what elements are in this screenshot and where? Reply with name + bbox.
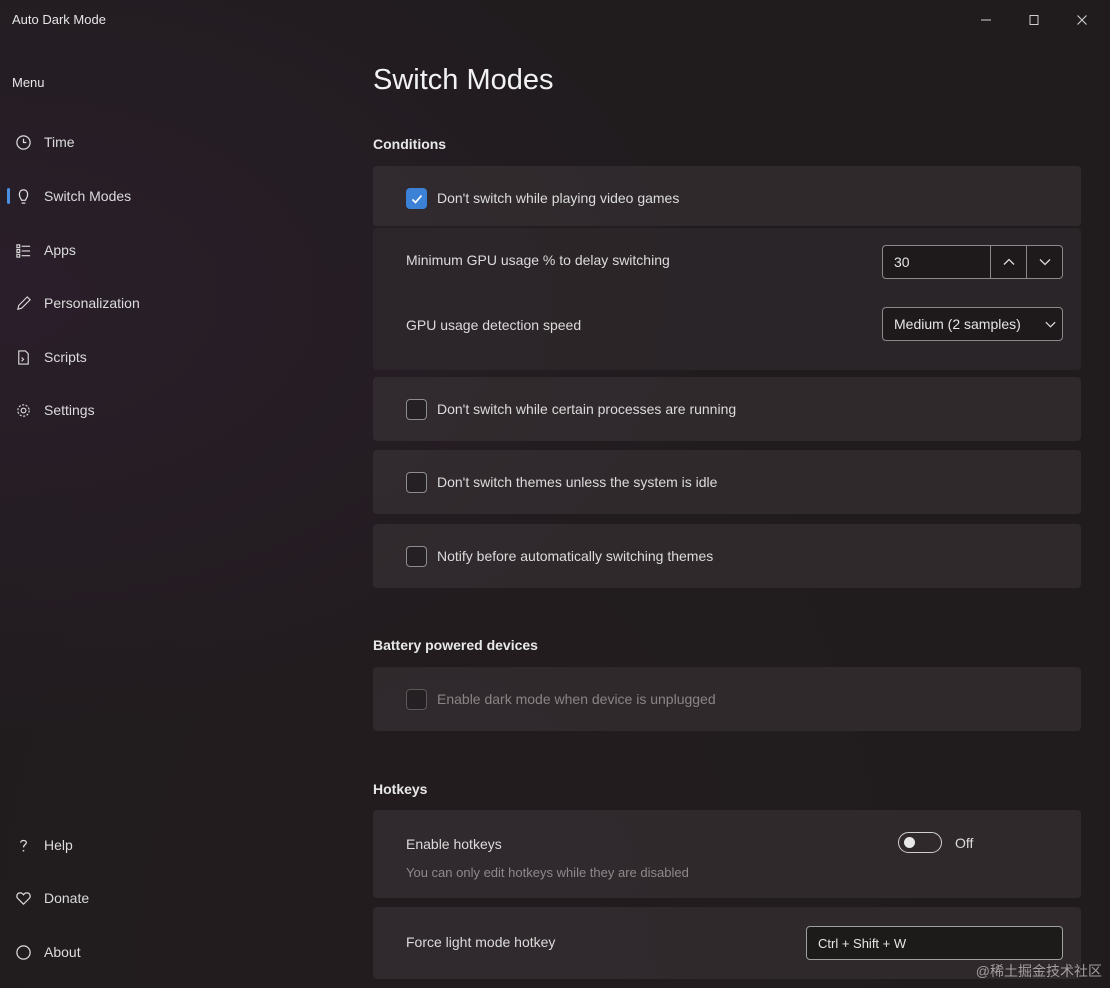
section-title-hotkeys: Hotkeys (373, 781, 428, 797)
gpu-speed-label: GPU usage detection speed (406, 317, 582, 333)
sidebar-item-donate[interactable]: Donate (4, 878, 334, 918)
script-icon (12, 346, 34, 368)
question-icon (12, 834, 34, 856)
watermark: @稀土掘金技术社区 (975, 963, 1102, 979)
sidebar-item-label: Settings (44, 402, 95, 418)
chevron-down-icon (1038, 318, 1062, 331)
heart-icon (12, 887, 34, 909)
notify-card: Notify before automatically switching th… (373, 524, 1081, 588)
sidebar-item-switch-modes[interactable]: Switch Modes (4, 176, 334, 216)
gpu-speed-value: Medium (2 samples) (894, 316, 1021, 332)
pen-icon (12, 292, 34, 314)
sidebar-item-about[interactable]: About (4, 932, 334, 972)
unplugged-checkbox-label: Enable dark mode when device is unplugge… (437, 691, 716, 707)
sidebar-item-scripts[interactable]: Scripts (4, 337, 334, 377)
sidebar-item-label: Personalization (44, 295, 140, 311)
sidebar-item-personalization[interactable]: Personalization (4, 283, 334, 323)
maximize-icon (1029, 15, 1039, 25)
games-checkbox[interactable] (406, 188, 427, 209)
sidebar-item-label: Scripts (44, 349, 87, 365)
gear-icon (12, 399, 34, 421)
apps-icon (12, 239, 34, 261)
close-button[interactable] (1059, 4, 1105, 36)
clock-icon (12, 131, 34, 153)
section-title-battery: Battery powered devices (373, 637, 538, 653)
sidebar-item-settings[interactable]: Settings (4, 390, 334, 430)
idle-checkbox[interactable] (406, 472, 427, 493)
section-title-conditions: Conditions (373, 136, 447, 152)
sidebar: Menu Time Switch Modes Apps Personalizat… (0, 40, 350, 988)
games-card: Don't switch while playing video games (373, 166, 1081, 226)
page-title: Switch Modes (373, 64, 554, 96)
gpu-speed-select[interactable]: Medium (2 samples) (882, 307, 1063, 341)
toggle-knob (904, 837, 915, 848)
sidebar-item-label: Donate (44, 890, 90, 906)
sidebar-item-label: Apps (44, 242, 76, 258)
battery-card: Enable dark mode when device is unplugge… (373, 667, 1081, 731)
processes-checkbox-label: Don't switch while certain processes are… (437, 401, 737, 417)
minimize-button[interactable] (963, 4, 1009, 36)
force-light-hotkey-input[interactable]: Ctrl + Shift + W (806, 926, 1063, 960)
minimize-icon (981, 19, 991, 21)
force-light-hotkey-value: Ctrl + Shift + W (818, 935, 907, 951)
notify-checkbox[interactable] (406, 546, 427, 567)
close-icon (1077, 15, 1087, 25)
main-content: Switch Modes Conditions Don't switch whi… (373, 40, 1081, 988)
gpu-settings-card: Minimum GPU usage % to delay switching 3… (373, 228, 1081, 370)
chevron-up-icon (1003, 258, 1014, 265)
sidebar-item-label: Time (44, 134, 75, 150)
info-icon (12, 941, 34, 963)
processes-checkbox[interactable] (406, 399, 427, 420)
idle-card: Don't switch themes unless the system is… (373, 450, 1081, 514)
gpu-min-label: Minimum GPU usage % to delay switching (406, 252, 670, 268)
enable-hotkeys-card: Enable hotkeys You can only edit hotkeys… (373, 810, 1081, 898)
force-light-hotkey-label: Force light mode hotkey (406, 934, 556, 950)
sidebar-item-apps[interactable]: Apps (4, 230, 334, 270)
sidebar-item-time[interactable]: Time (4, 122, 334, 162)
sidebar-item-label: About (44, 944, 81, 960)
idle-checkbox-label: Don't switch themes unless the system is… (437, 474, 718, 490)
decrement-button[interactable] (1026, 246, 1062, 278)
maximize-button[interactable] (1011, 4, 1057, 36)
enable-hotkeys-label: Enable hotkeys (406, 836, 502, 852)
sidebar-item-label: Switch Modes (44, 188, 132, 204)
menu-label: Menu (12, 75, 45, 90)
notify-checkbox-label: Notify before automatically switching th… (437, 548, 714, 564)
enable-hotkeys-toggle[interactable] (898, 832, 942, 853)
chevron-down-icon (1039, 259, 1050, 266)
sidebar-item-label: Help (44, 837, 73, 853)
unplugged-checkbox[interactable] (406, 689, 427, 710)
switch-modes-icon (12, 185, 34, 207)
checkmark-icon (411, 194, 422, 204)
title-bar: Auto Dark Mode (0, 0, 1110, 40)
app-window: Auto Dark Mode Menu Time Switch Modes Ap… (0, 0, 1110, 988)
increment-button[interactable] (990, 246, 1026, 278)
sidebar-item-help[interactable]: Help (4, 825, 334, 865)
processes-card: Don't switch while certain processes are… (373, 377, 1081, 441)
enable-hotkeys-description: You can only edit hotkeys while they are… (406, 865, 689, 880)
gpu-min-number-box[interactable]: 30 (882, 245, 1063, 279)
app-title: Auto Dark Mode (12, 12, 106, 27)
games-checkbox-label: Don't switch while playing video games (437, 190, 680, 206)
gpu-min-value[interactable]: 30 (883, 254, 990, 270)
toggle-state-label: Off (955, 835, 974, 851)
